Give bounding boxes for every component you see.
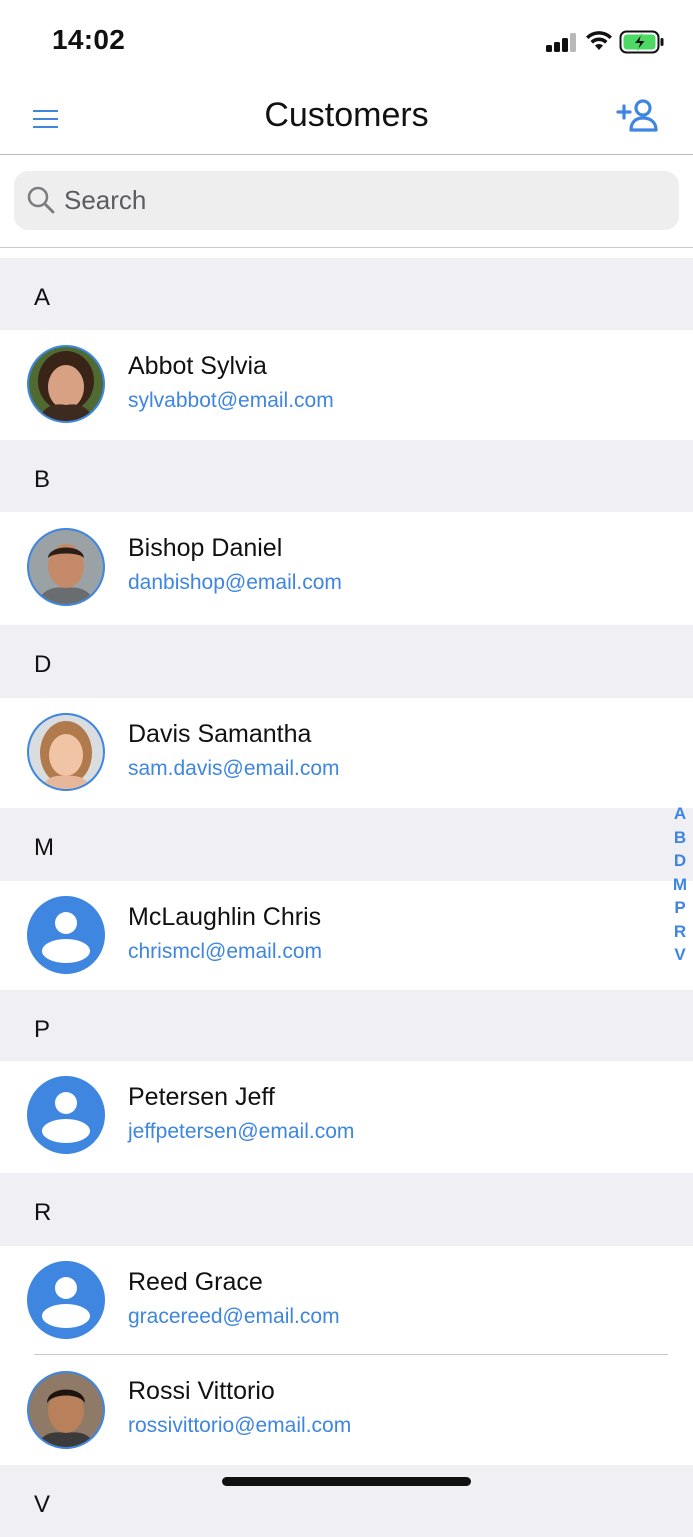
avatar [27,345,105,423]
customer-row-bishop-daniel[interactable]: Bishop Daniel danbishop@email.com [0,512,693,625]
customer-row-abbot-sylvia[interactable]: Abbot Sylvia sylvabbot@email.com [0,330,693,440]
avatar [27,1371,105,1449]
status-bar: 14:02 [0,0,693,84]
customer-row-davis-samantha[interactable]: Davis Samantha sam.davis@email.com [0,698,693,808]
customer-email[interactable]: jeffpetersen@email.com [128,1120,354,1144]
section-header-d: D [0,625,693,698]
index-letter-a[interactable]: A [668,802,692,826]
section-letter: R [34,1199,52,1226]
customer-name: Davis Samantha [128,720,312,748]
section-header-m: M [0,808,693,881]
customer-row-mclaughlin-chris[interactable]: McLaughlin Chris chrismcl@email.com [0,881,693,990]
customer-name: Rossi Vittorio [128,1377,275,1405]
section-header-v: V [0,1465,693,1537]
person-placeholder-icon [27,1261,105,1339]
alphabet-index[interactable]: A B D M P R V [668,802,692,967]
search-field[interactable] [14,171,679,230]
section-letter: P [34,1016,51,1043]
index-letter-p[interactable]: P [668,896,692,920]
section-letter: V [34,1491,51,1518]
customer-name: Reed Grace [128,1268,263,1296]
index-letter-v[interactable]: V [668,943,692,967]
wifi-icon [586,31,612,50]
index-letter-d[interactable]: D [668,849,692,873]
section-header-b: B [0,440,693,512]
customer-name: Abbot Sylvia [128,352,267,380]
customer-row-rossi-vittorio[interactable]: Rossi Vittorio rossivittorio@email.com [0,1355,693,1465]
index-letter-b[interactable]: B [668,826,692,850]
customer-email[interactable]: sylvabbot@email.com [128,389,334,413]
section-header-a: A [0,258,693,330]
search-icon [27,186,55,214]
index-letter-m[interactable]: M [668,873,692,897]
section-header-p: P [0,990,693,1061]
search-bar [0,155,693,248]
cellular-signal-icon [546,32,578,52]
index-letter-r[interactable]: R [668,920,692,944]
status-time: 14:02 [52,24,126,55]
avatar [27,528,105,606]
add-person-icon[interactable] [616,98,662,132]
customer-email[interactable]: gracereed@email.com [128,1305,340,1329]
section-header-r: R [0,1173,693,1246]
customer-email[interactable]: chrismcl@email.com [128,940,322,964]
navigation-bar: Customers [0,84,693,155]
person-placeholder-icon [27,1076,105,1154]
search-input[interactable] [64,180,664,220]
customer-name: McLaughlin Chris [128,903,322,931]
avatar [27,713,105,791]
battery-charging-icon [619,30,664,54]
customer-list[interactable]: A Abbot Sylvia sylvabbot@email.com B Bis… [0,258,693,1537]
section-letter: M [34,834,54,861]
page-title: Customers [264,96,429,134]
customer-name: Bishop Daniel [128,534,283,562]
customer-email[interactable]: rossivittorio@email.com [128,1414,351,1438]
customer-email[interactable]: sam.davis@email.com [128,757,340,781]
customer-email[interactable]: danbishop@email.com [128,571,342,595]
section-letter: B [34,466,51,493]
home-indicator[interactable] [222,1477,471,1486]
customer-name: Petersen Jeff [128,1083,275,1111]
customer-row-reed-grace[interactable]: Reed Grace gracereed@email.com [0,1246,693,1355]
customer-row-petersen-jeff[interactable]: Petersen Jeff jeffpetersen@email.com [0,1061,693,1173]
section-letter: A [34,284,51,311]
person-placeholder-icon [27,896,105,974]
section-letter: D [34,651,52,678]
